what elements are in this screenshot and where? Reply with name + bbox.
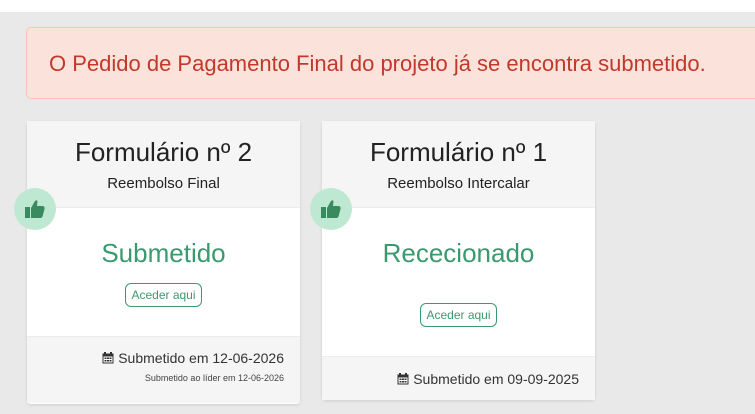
card-title: Formulário nº 2	[74, 137, 253, 167]
submitted-alert: O Pedido de Pagamento Final do projeto j…	[26, 27, 755, 99]
card-footer: Submetido em 09-09-2025	[322, 356, 595, 400]
card-header: Formulário nº 2 Reembolso Final	[27, 121, 300, 208]
card-body: Rececionado Aceder aqui	[322, 208, 595, 356]
submitted-date: Submetido em 12-06-2026	[27, 350, 284, 366]
card-footer: Submetido em 12-06-2026 Submetido ao líd…	[27, 336, 300, 403]
submitted-date-text: Submetido em 09-09-2025	[413, 371, 579, 387]
leader-submitted-date: Submetido ao líder em 12-06-2026	[144, 373, 284, 383]
card-subtitle: Reembolso Intercalar	[387, 175, 530, 192]
thumbs-up-badge	[310, 188, 352, 230]
submitted-date: Submetido em 09-09-2025	[322, 371, 579, 387]
card-body: Submetido Aceder aqui	[27, 208, 300, 336]
calendar-icon	[102, 352, 114, 364]
status-label: Rececionado	[382, 238, 535, 268]
form-card-2: Formulário nº 2 Reembolso Final Submetid…	[27, 121, 300, 404]
submitted-date-text: Submetido em 12-06-2026	[118, 350, 284, 366]
card-subtitle: Reembolso Final	[107, 175, 220, 192]
access-button[interactable]: Aceder aqui	[125, 283, 202, 307]
access-button[interactable]: Aceder aqui	[420, 303, 497, 327]
thumbs-up-icon	[25, 200, 45, 218]
card-title: Formulário nº 1	[369, 137, 548, 167]
form-card-1: Formulário nº 1 Reembolso Intercalar Rec…	[322, 121, 595, 400]
alert-text: O Pedido de Pagamento Final do projeto j…	[49, 51, 706, 76]
status-label: Submetido	[101, 238, 226, 268]
calendar-icon	[397, 373, 409, 385]
card-header: Formulário nº 1 Reembolso Intercalar	[322, 121, 595, 208]
thumbs-up-badge	[14, 188, 56, 230]
thumbs-up-icon	[321, 200, 341, 218]
